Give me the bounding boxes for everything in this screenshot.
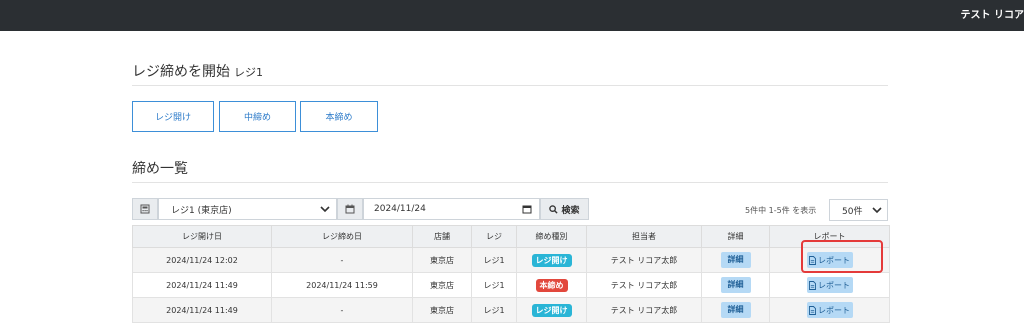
chevron-down-icon — [872, 207, 882, 214]
search-icon — [549, 204, 559, 214]
register-select-value: レジ1 (東京店) — [171, 205, 232, 216]
column-header-store[interactable]: 店舗 — [412, 225, 472, 248]
type-badge: レジ開け — [531, 303, 572, 317]
cell-staff: テスト リコア太郎 — [586, 247, 702, 273]
cell-open-date: 2024/11/24 11:49 — [132, 272, 272, 298]
register-subtitle: レジ1 — [234, 66, 263, 79]
document-icon — [809, 305, 816, 315]
mid-close-button[interactable]: 中締め — [219, 101, 296, 132]
document-icon — [809, 280, 816, 290]
cell-register: レジ1 — [471, 247, 517, 273]
report-button[interactable]: レポート — [806, 302, 853, 318]
section-divider — [132, 182, 888, 183]
top-navbar: テスト リコア — [0, 0, 1024, 31]
per-page-value: 50件 — [842, 206, 863, 217]
cell-type: 本締め — [516, 272, 587, 298]
cell-register: レジ1 — [471, 297, 517, 323]
report-button[interactable]: レポート — [806, 252, 853, 268]
type-badge: 本締め — [535, 278, 568, 292]
cell-report: レポート — [769, 272, 890, 298]
report-button-label: レポート — [818, 280, 850, 290]
cell-type: レジ開け — [516, 247, 587, 273]
register-icon — [132, 198, 158, 220]
page-title: レジ締めを開始 レジ1 — [132, 61, 263, 81]
search-button-label: 検索 — [561, 205, 580, 216]
column-header-type[interactable]: 締め種別 — [516, 225, 587, 248]
cell-type: レジ開け — [516, 297, 587, 323]
table-row: 2024/11/24 11:49 - 東京店 レジ1 レジ開け テスト リコア太… — [132, 297, 890, 323]
column-header-open-date[interactable]: レジ開け日 — [132, 225, 272, 248]
date-input[interactable]: 2024/11/24 — [363, 198, 540, 220]
column-header-register[interactable]: レジ — [471, 225, 517, 248]
page-title-text: レジ締めを開始 — [132, 64, 230, 80]
calendar-icon — [337, 198, 363, 220]
column-header-detail: 詳細 — [701, 225, 770, 248]
cell-open-date: 2024/11/24 11:49 — [132, 297, 272, 323]
table-row: 2024/11/24 12:02 - 東京店 レジ1 レジ開け テスト リコア太… — [132, 247, 890, 273]
cell-open-date: 2024/11/24 12:02 — [132, 247, 272, 273]
cell-detail: 詳細 — [701, 297, 770, 323]
cell-staff: テスト リコア太郎 — [586, 297, 702, 323]
cell-detail: 詳細 — [701, 247, 770, 273]
cell-detail: 詳細 — [701, 272, 770, 298]
section-title: 締め一覧 — [132, 161, 188, 177]
cell-store: 東京店 — [412, 272, 472, 298]
user-name[interactable]: テスト リコア — [961, 0, 1024, 31]
cell-close-date: - — [271, 297, 413, 323]
result-count: 5件中 1-5件 を表示 — [745, 206, 817, 215]
closing-list-table: レジ開け日 レジ締め日 店舗 レジ 締め種別 担当者 詳細 レポート 2024/… — [132, 225, 890, 323]
column-header-close-date[interactable]: レジ締め日 — [271, 225, 413, 248]
report-button-label: レポート — [818, 255, 850, 265]
cell-register: レジ1 — [471, 272, 517, 298]
register-select[interactable]: レジ1 (東京店) — [158, 198, 337, 220]
report-button[interactable]: レポート — [806, 277, 853, 293]
cell-report: レポート — [769, 297, 890, 323]
date-input-value: 2024/11/24 — [374, 204, 426, 214]
column-header-staff[interactable]: 担当者 — [586, 225, 702, 248]
cell-staff: テスト リコア太郎 — [586, 272, 702, 298]
report-button-label: レポート — [818, 305, 850, 315]
document-icon — [809, 255, 816, 265]
search-button[interactable]: 検索 — [540, 198, 589, 220]
detail-button[interactable]: 詳細 — [720, 277, 751, 293]
table-header-row: レジ開け日 レジ締め日 店舗 レジ 締め種別 担当者 詳細 レポート — [132, 225, 890, 248]
column-header-report: レポート — [769, 225, 890, 248]
date-picker-icon[interactable] — [522, 204, 532, 214]
title-divider — [132, 85, 888, 86]
cell-store: 東京店 — [412, 247, 472, 273]
type-badge: レジ開け — [531, 253, 572, 267]
final-close-button[interactable]: 本締め — [300, 101, 378, 132]
cell-report: レポート — [769, 247, 890, 273]
detail-button[interactable]: 詳細 — [720, 302, 751, 318]
detail-button[interactable]: 詳細 — [720, 252, 751, 268]
open-register-button[interactable]: レジ開け — [132, 101, 214, 132]
cell-store: 東京店 — [412, 297, 472, 323]
cell-close-date: - — [271, 247, 413, 273]
per-page-select[interactable]: 50件 — [829, 199, 888, 221]
table-row: 2024/11/24 11:49 2024/11/24 11:59 東京店 レジ… — [132, 272, 890, 298]
chevron-down-icon — [320, 206, 330, 213]
cell-close-date: 2024/11/24 11:59 — [271, 272, 413, 298]
